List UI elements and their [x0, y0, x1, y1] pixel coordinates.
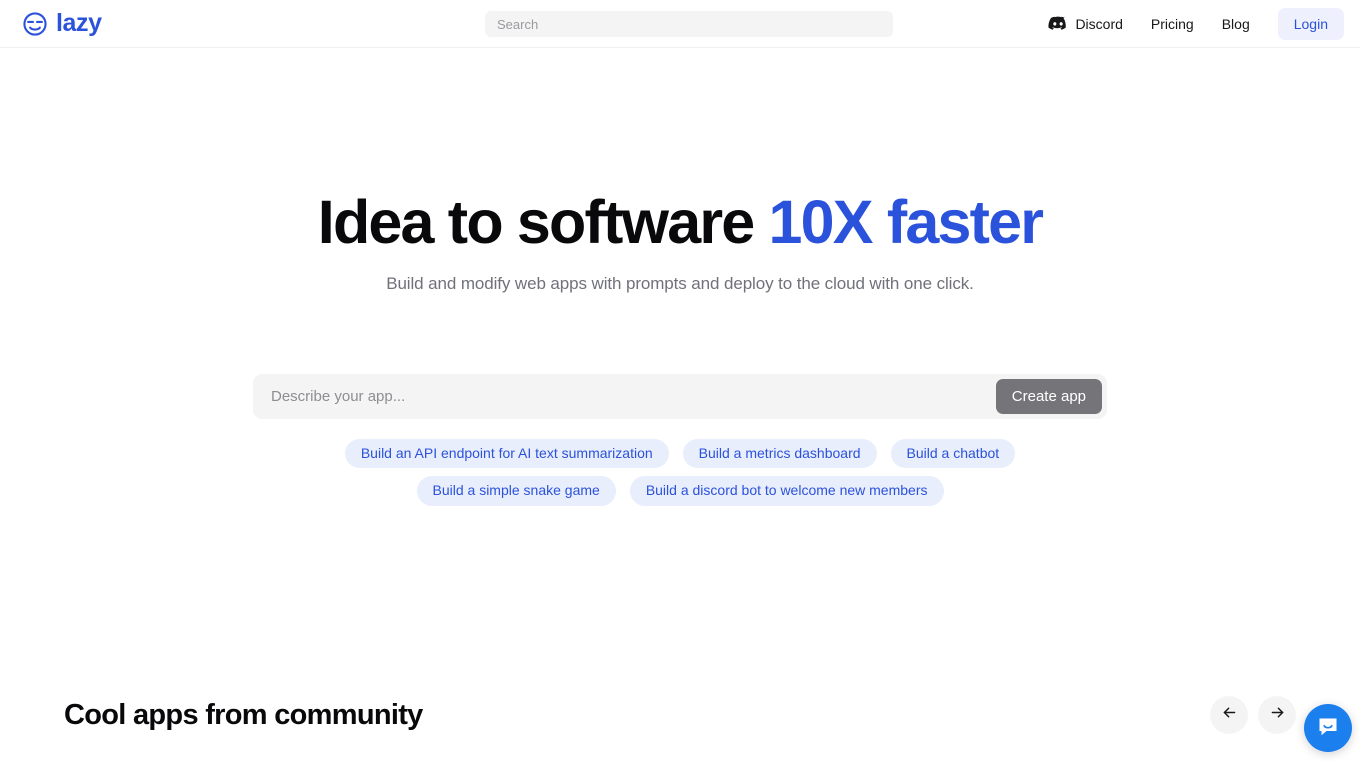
community-section-title: Cool apps from community	[64, 698, 423, 731]
nav-label-pricing: Pricing	[1150, 15, 1194, 32]
search-input[interactable]	[485, 11, 893, 37]
suggestion-chip[interactable]: Build a simple snake game	[416, 476, 616, 506]
app-description-input[interactable]	[253, 374, 996, 420]
nav-label-blog: Blog	[1221, 15, 1250, 32]
app-prompt-container: Create app	[253, 374, 1107, 420]
carousel-next-button[interactable]	[1258, 696, 1296, 734]
sleepy-face-logo-icon	[22, 11, 48, 37]
carousel-navigation	[1210, 696, 1296, 734]
hero-subtitle: Build and modify web apps with prompts a…	[386, 274, 974, 294]
hero-title-main: Idea to software	[317, 188, 755, 256]
suggestion-chip[interactable]: Build a metrics dashboard	[682, 439, 877, 469]
search-container	[485, 11, 893, 37]
chat-bubble-icon	[1315, 714, 1341, 743]
suggestion-chip[interactable]: Build a discord bot to welcome new membe…	[629, 476, 944, 506]
chat-launcher-button[interactable]	[1304, 704, 1352, 752]
carousel-prev-button[interactable]	[1210, 696, 1248, 734]
login-button[interactable]: Login	[1277, 7, 1344, 40]
community-section: Cool apps from community	[0, 696, 1360, 734]
page-title: Idea to software 10X faster	[0, 190, 1360, 254]
hero-title-accent: 10X faster	[768, 188, 1044, 256]
brand-logo[interactable]: lazy	[22, 11, 102, 37]
nav-item-blog[interactable]: Blog	[1208, 10, 1264, 38]
arrow-left-icon	[1221, 704, 1238, 726]
primary-navigation: Discord Pricing Blog Login	[1034, 7, 1344, 40]
suggestion-chip[interactable]: Build an API endpoint for AI text summar…	[344, 439, 669, 469]
nav-item-pricing[interactable]: Pricing	[1137, 10, 1208, 38]
nav-label-discord: Discord	[1075, 15, 1123, 32]
create-app-button[interactable]: Create app	[995, 379, 1102, 415]
suggestion-chip[interactable]: Build a chatbot	[890, 439, 1016, 469]
arrow-right-icon	[1269, 704, 1286, 726]
brand-name: lazy	[56, 9, 102, 37]
discord-icon	[1048, 14, 1068, 34]
hero-section: Idea to software 10X faster Build and mo…	[0, 48, 1360, 294]
site-header: lazy Discord Pricing Blog Login	[0, 0, 1360, 48]
nav-item-discord[interactable]: Discord	[1034, 8, 1136, 40]
suggestion-chips: Build an API endpoint for AI text summar…	[300, 439, 1060, 506]
